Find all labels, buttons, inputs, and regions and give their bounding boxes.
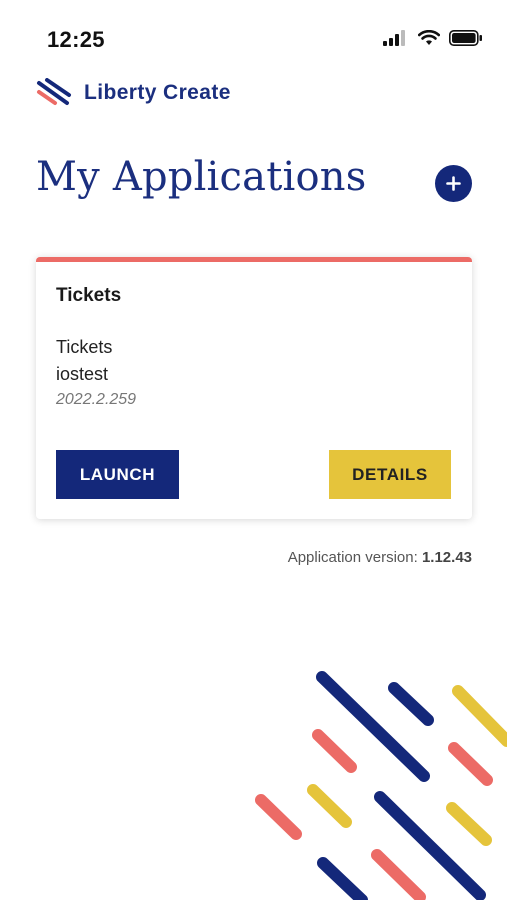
battery-icon	[449, 30, 482, 46]
stripe-navy-3	[374, 791, 486, 900]
application-name: Tickets	[56, 337, 113, 357]
stripe-navy-4	[317, 857, 368, 900]
card-accent-bar	[36, 257, 472, 262]
wifi-icon	[418, 30, 440, 45]
stripe-yellow-1	[452, 685, 507, 747]
stripe-coral-4	[371, 849, 426, 900]
status-time: 12:25	[47, 27, 105, 52]
application-version-footer: Application version: 1.12.43	[288, 549, 472, 566]
status-bar: 12:25	[0, 0, 507, 70]
status-icons	[383, 30, 483, 46]
plus-icon	[446, 176, 461, 191]
application-version: 2022.2.259	[56, 391, 137, 408]
stripe-coral-3	[255, 794, 302, 840]
stripe-yellow-3	[446, 802, 492, 846]
page-title: My Applications	[36, 154, 367, 200]
signal-icon	[383, 30, 405, 46]
details-button[interactable]: DETAILS	[329, 450, 451, 499]
version-label: Application version:	[287, 549, 418, 566]
application-title: Tickets	[56, 285, 122, 306]
brand-header: Liberty Create	[36, 78, 231, 108]
stripe-navy-1	[316, 671, 430, 782]
stripe-coral-2	[448, 742, 493, 786]
stripe-coral-1	[312, 729, 357, 773]
liberty-logo-icon	[37, 78, 71, 105]
stripe-navy-2	[388, 682, 434, 726]
brand-name: Liberty Create	[84, 81, 231, 104]
version-value: 1.12.43	[421, 549, 472, 566]
application-user: iostest	[56, 364, 109, 384]
application-card: Tickets Tickets iostest 2022.2.259 LAUNC…	[36, 257, 472, 519]
launch-button[interactable]: LAUNCH	[56, 450, 179, 499]
stripe-yellow-2	[307, 784, 352, 828]
add-application-button[interactable]	[435, 165, 472, 202]
